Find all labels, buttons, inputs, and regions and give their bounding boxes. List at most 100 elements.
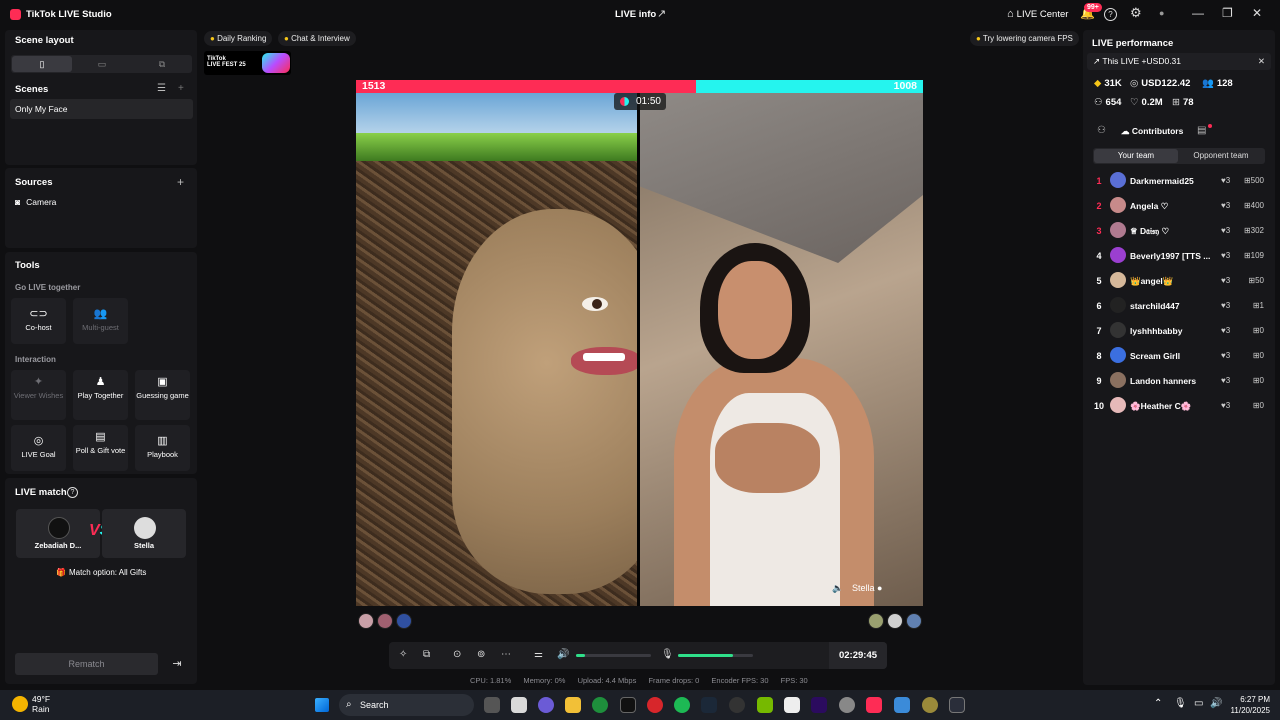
help-icon[interactable]: ?	[1104, 8, 1117, 21]
screen-icon[interactable]: ⧉	[423, 649, 430, 660]
cohost-button[interactable]: ⊂⊃ Co-host	[11, 298, 66, 344]
usd-metric: ◎ USD122.42	[1130, 78, 1190, 89]
live-preview: 1513 1008 01:50 🔈 Stella ●	[356, 80, 923, 606]
maximize-icon[interactable]: ❐	[1222, 6, 1233, 20]
windows-start-icon[interactable]	[315, 698, 329, 712]
landscape-layout-icon[interactable]: ▭	[72, 56, 132, 72]
scenes-panel	[5, 30, 197, 165]
playbook-button[interactable]: ▥ Playbook	[135, 425, 190, 471]
live-info-title[interactable]: LIVE info	[615, 9, 656, 20]
avatar[interactable]: ●	[1159, 8, 1164, 18]
match-player-card[interactable]: Zebadiah D...	[16, 509, 100, 558]
poll-gift-button[interactable]: ▤ Poll & Gift vote	[73, 425, 128, 471]
guessing-game-button[interactable]: ▣ Guessing game	[135, 370, 190, 420]
contributor-row[interactable]: 2 Angela ♡ ♥3 ⊞400	[1093, 195, 1268, 215]
fps-tip-chip[interactable]: ● Try lowering camera FPS	[970, 31, 1079, 46]
live-fest-banner[interactable]: TikTok LIVE FEST 25	[204, 51, 291, 75]
avatar[interactable]	[377, 613, 393, 629]
close-icon[interactable]: ✕	[1252, 6, 1262, 20]
mic-volume-slider[interactable]	[678, 654, 753, 657]
live-center-button[interactable]: ⌂ LIVE Center	[1007, 8, 1068, 20]
clock[interactable]: 6:27 PM 11/20/2025	[1228, 694, 1270, 716]
capcut-icon[interactable]	[784, 697, 800, 713]
match-opponent-card[interactable]: Stella	[102, 509, 186, 558]
epic-games-icon[interactable]	[620, 697, 636, 713]
contributor-row[interactable]: 1 Darkmermaid25 ♥3 ⊞500	[1093, 170, 1268, 190]
contributor-row[interactable]: 5 👑angel👑 ♥3 ⊞50	[1093, 270, 1268, 290]
file-explorer-icon[interactable]	[565, 697, 581, 713]
app-icon[interactable]	[949, 697, 965, 713]
premiere-icon[interactable]	[811, 697, 827, 713]
gear-icon[interactable]: ⚙	[1130, 5, 1142, 21]
add-source-icon[interactable]: +	[177, 175, 184, 189]
github-icon[interactable]	[729, 697, 745, 713]
contributors-tab[interactable]: ☁ Contributors	[1121, 126, 1183, 137]
app-icon[interactable]	[894, 697, 910, 713]
this-live-banner[interactable]: ↗ This LIVE +USD0.31 ✕	[1087, 53, 1271, 70]
contributor-row[interactable]: 3 ♕ D𝔞𝔦𝔰𝔶 ♡ ♥3 ⊞302	[1093, 220, 1268, 240]
settings-icon[interactable]	[839, 697, 855, 713]
spotify-icon[interactable]	[674, 697, 690, 713]
widgets-icon[interactable]	[511, 697, 527, 713]
tab-opponent-team[interactable]: Opponent team	[1179, 149, 1263, 163]
contributor-row[interactable]: 9 Landon hanners ♥3 ⊞0	[1093, 370, 1268, 390]
avatar[interactable]	[358, 613, 374, 629]
network-icon[interactable]: ▭	[1194, 698, 1203, 709]
portrait-layout-icon[interactable]: ▯	[12, 56, 72, 72]
taskbar-search[interactable]: ⌕ Search	[339, 694, 474, 716]
avatar[interactable]	[868, 613, 884, 629]
opera-icon[interactable]	[647, 697, 663, 713]
chat-interview-chip[interactable]: ● Chat & Interview	[278, 31, 356, 46]
mic-tray-icon[interactable]: 🎙	[1174, 698, 1187, 709]
info-icon[interactable]: ?	[67, 487, 78, 498]
avatar[interactable]	[887, 613, 903, 629]
discord-icon[interactable]	[538, 697, 554, 713]
close-icon[interactable]: ✕	[1258, 56, 1265, 67]
contributor-row[interactable]: 8 Scream Girll ♥3 ⊞0	[1093, 345, 1268, 365]
task-view-icon[interactable]	[484, 697, 500, 713]
avatar[interactable]	[396, 613, 412, 629]
chevron-up-icon[interactable]: ⌃	[1154, 698, 1162, 709]
tiktok-studio-icon[interactable]	[866, 697, 882, 713]
contributor-row[interactable]: 4 Beverly1997 [TTS ... ♥3 ⊞109	[1093, 245, 1268, 265]
live-goal-button[interactable]: ◎ LIVE Goal	[11, 425, 66, 471]
user-add-icon[interactable]: ⚇	[1097, 125, 1106, 136]
rematch-button[interactable]: Rematch	[15, 653, 158, 675]
xbox-icon[interactable]	[592, 697, 608, 713]
volume-tray-icon[interactable]: 🔊	[1210, 698, 1222, 709]
speaker-volume-slider[interactable]	[576, 654, 651, 657]
list-icon[interactable]: ☰	[157, 83, 166, 94]
speaker-icon[interactable]: 🔈	[832, 583, 843, 594]
magic-wand-icon[interactable]: ✧	[399, 649, 407, 660]
app-icon[interactable]	[922, 697, 938, 713]
daily-ranking-chip[interactable]: ● Daily Ranking	[204, 31, 273, 46]
more-icon[interactable]: ⋯	[501, 649, 511, 660]
avatar	[1110, 172, 1126, 188]
list-icon[interactable]: ▤	[1197, 125, 1206, 136]
opponent-video	[640, 93, 923, 606]
source-item-camera[interactable]: ◙ Camera	[15, 197, 56, 207]
capture-icon[interactable]: ⊚	[477, 649, 485, 660]
contributor-name: ♕ D𝔞𝔦𝔰𝔶 ♡	[1130, 226, 1170, 236]
viewer-wishes-button[interactable]: ✦ Viewer Wishes	[11, 370, 66, 420]
steam-icon[interactable]	[701, 697, 717, 713]
record-icon[interactable]: ⊙	[453, 649, 461, 660]
nvidia-icon[interactable]	[757, 697, 773, 713]
contributor-row[interactable]: 10 🌸Heather C🌸 ♥3 ⊞0	[1093, 395, 1268, 415]
multi-layout-icon[interactable]: ⧉	[132, 56, 192, 72]
settings-sliders-icon[interactable]: ⚌	[534, 649, 543, 660]
scene-item[interactable]: Only My Face	[10, 99, 193, 119]
share-icon[interactable]: ↗	[657, 7, 666, 20]
volume-icon[interactable]: 🔊	[557, 649, 569, 660]
avatar[interactable]	[906, 613, 922, 629]
mic-volume-fill	[678, 654, 733, 657]
exit-match-icon[interactable]: ⇥	[167, 653, 187, 675]
contributor-row[interactable]: 6 starchild447 ♥3 ⊞1	[1093, 295, 1268, 315]
play-together-button[interactable]: ♟ Play Together	[73, 370, 128, 420]
minimize-icon[interactable]: —	[1192, 6, 1204, 20]
contributor-row[interactable]: 7 lyshhhbabby ♥3 ⊞0	[1093, 320, 1268, 340]
multiguest-button[interactable]: 👥 Multi-guest	[73, 298, 128, 344]
tab-your-team[interactable]: Your team	[1094, 149, 1178, 163]
mic-icon[interactable]: 🎙	[661, 649, 674, 660]
add-scene-icon[interactable]: +	[178, 83, 184, 94]
